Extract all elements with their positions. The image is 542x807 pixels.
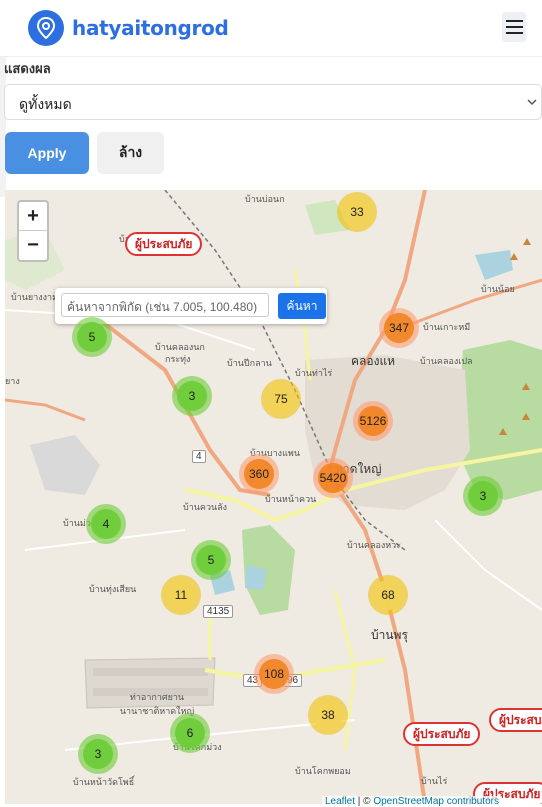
zoom-control: + − [17, 200, 49, 262]
cluster-marker[interactable]: 3 [463, 476, 503, 516]
map-place-label: บ้านปีกลาน [227, 359, 272, 369]
map-attribution: Leaflet | © OpenStreetMap contributors [322, 796, 502, 807]
cluster-marker[interactable]: 3 [172, 376, 212, 416]
map-place-label: บ้านท่าไร่ [295, 369, 333, 379]
map-place-label: ยาง [5, 377, 20, 387]
coordinate-search-button[interactable]: ค้นหา [278, 293, 326, 319]
filter-label: แสดงผล [4, 61, 51, 76]
cluster-count: 108 [259, 659, 289, 689]
cluster-marker[interactable]: 5 [191, 540, 231, 580]
filter-select[interactable]: ดูทั้งหมด [4, 84, 542, 120]
cluster-count: 5 [196, 545, 226, 575]
map-place-label: บ้านบ่อนก [245, 195, 285, 205]
cluster-marker[interactable]: 33 [337, 192, 377, 232]
cluster-marker[interactable]: 75 [261, 379, 301, 419]
cluster-count: 4 [91, 509, 121, 539]
coordinate-search-input[interactable]: ค้นหาจากพิกัด (เช่น 7.005, 100.480) [61, 293, 269, 317]
cluster-count: 75 [266, 384, 296, 414]
cluster-marker[interactable]: 360 [239, 454, 279, 494]
cluster-count: 11 [166, 580, 196, 610]
victim-marker[interactable]: ผู้ประสบภัย [125, 232, 203, 256]
cluster-marker[interactable]: 5126 [353, 401, 393, 441]
apply-button[interactable]: Apply [5, 132, 89, 174]
leaflet-link[interactable]: Leaflet [325, 796, 355, 807]
victim-marker[interactable]: ผู้ประสบภัย [403, 722, 481, 746]
map-place-label: บ้านหน้าควน [265, 495, 317, 505]
cluster-marker[interactable]: 38 [308, 695, 348, 735]
zoom-out-button[interactable]: − [19, 231, 47, 259]
map-place-label: บ้านน้อย [481, 285, 515, 295]
app-header: hatyaitongrod [0, 0, 542, 57]
cluster-count: 6 [175, 718, 205, 748]
victim-marker[interactable]: ผู้ประสบภัย [489, 708, 542, 732]
clear-button[interactable]: ล้าง [97, 132, 164, 174]
cluster-count: 3 [83, 739, 113, 769]
map-place-label: บ้านพรุ [371, 628, 408, 642]
map-place-label: บ้านยางงาม [11, 293, 59, 303]
map-place-label: บ้านโคกพยอม [295, 767, 351, 777]
filter-select-value: ดูทั้งหมด [19, 96, 72, 112]
cluster-count: 33 [342, 197, 372, 227]
map-place-label: บ้านหน้าวัดโพธิ์ [73, 778, 135, 788]
cluster-marker[interactable]: 11 [161, 575, 201, 615]
cluster-marker[interactable]: 4 [86, 504, 126, 544]
cluster-count: 3 [177, 381, 207, 411]
map-pin-icon [28, 10, 64, 46]
cluster-count: 3 [468, 481, 498, 511]
hamburger-menu-icon[interactable] [502, 12, 526, 42]
road-number: 4135 [203, 605, 234, 618]
map-place-label: บ้านทุ่งเสียน [89, 585, 137, 595]
zoom-in-button[interactable]: + [19, 202, 47, 231]
cluster-marker[interactable]: 68 [368, 575, 408, 615]
map-place-label: บ้านเกาะหมี [423, 323, 471, 333]
cluster-count: 68 [373, 580, 403, 610]
cluster-marker[interactable]: 108 [254, 654, 294, 694]
cluster-marker[interactable]: 5420 [313, 458, 353, 498]
brand[interactable]: hatyaitongrod [28, 10, 229, 46]
cluster-count: 347 [384, 313, 414, 343]
cluster-count: 5 [77, 322, 107, 352]
map-place-label: บ้านควนลัง [183, 503, 228, 513]
map[interactable]: บ้านคลองช้าง บ้านยางงาม บ้านบ่อนก คลองแห… [5, 190, 542, 804]
cluster-marker[interactable]: 6 [170, 713, 210, 753]
cluster-marker[interactable]: 3 [78, 734, 118, 774]
road-number: 4 [192, 450, 206, 463]
map-place-label: คลองแห [351, 354, 396, 368]
osm-link[interactable]: OpenStreetMap contributors [373, 796, 499, 807]
cluster-marker[interactable]: 5 [72, 317, 112, 357]
map-place-label: กระทุ่ง [165, 355, 191, 365]
map-place-label: บ้านไร่ [421, 777, 448, 787]
cluster-marker[interactable]: 347 [379, 308, 419, 348]
chevron-down-icon [527, 99, 537, 106]
cluster-count: 5420 [318, 463, 348, 493]
map-place-label: บ้านคลองหวะ [347, 541, 402, 551]
brand-name: hatyaitongrod [72, 16, 229, 40]
cluster-count: 360 [244, 459, 274, 489]
attribution-separator: | © [355, 796, 374, 807]
cluster-count: 38 [313, 700, 343, 730]
map-place-label: บ้านคลองเปล [420, 357, 473, 367]
cluster-count: 5126 [358, 406, 388, 436]
